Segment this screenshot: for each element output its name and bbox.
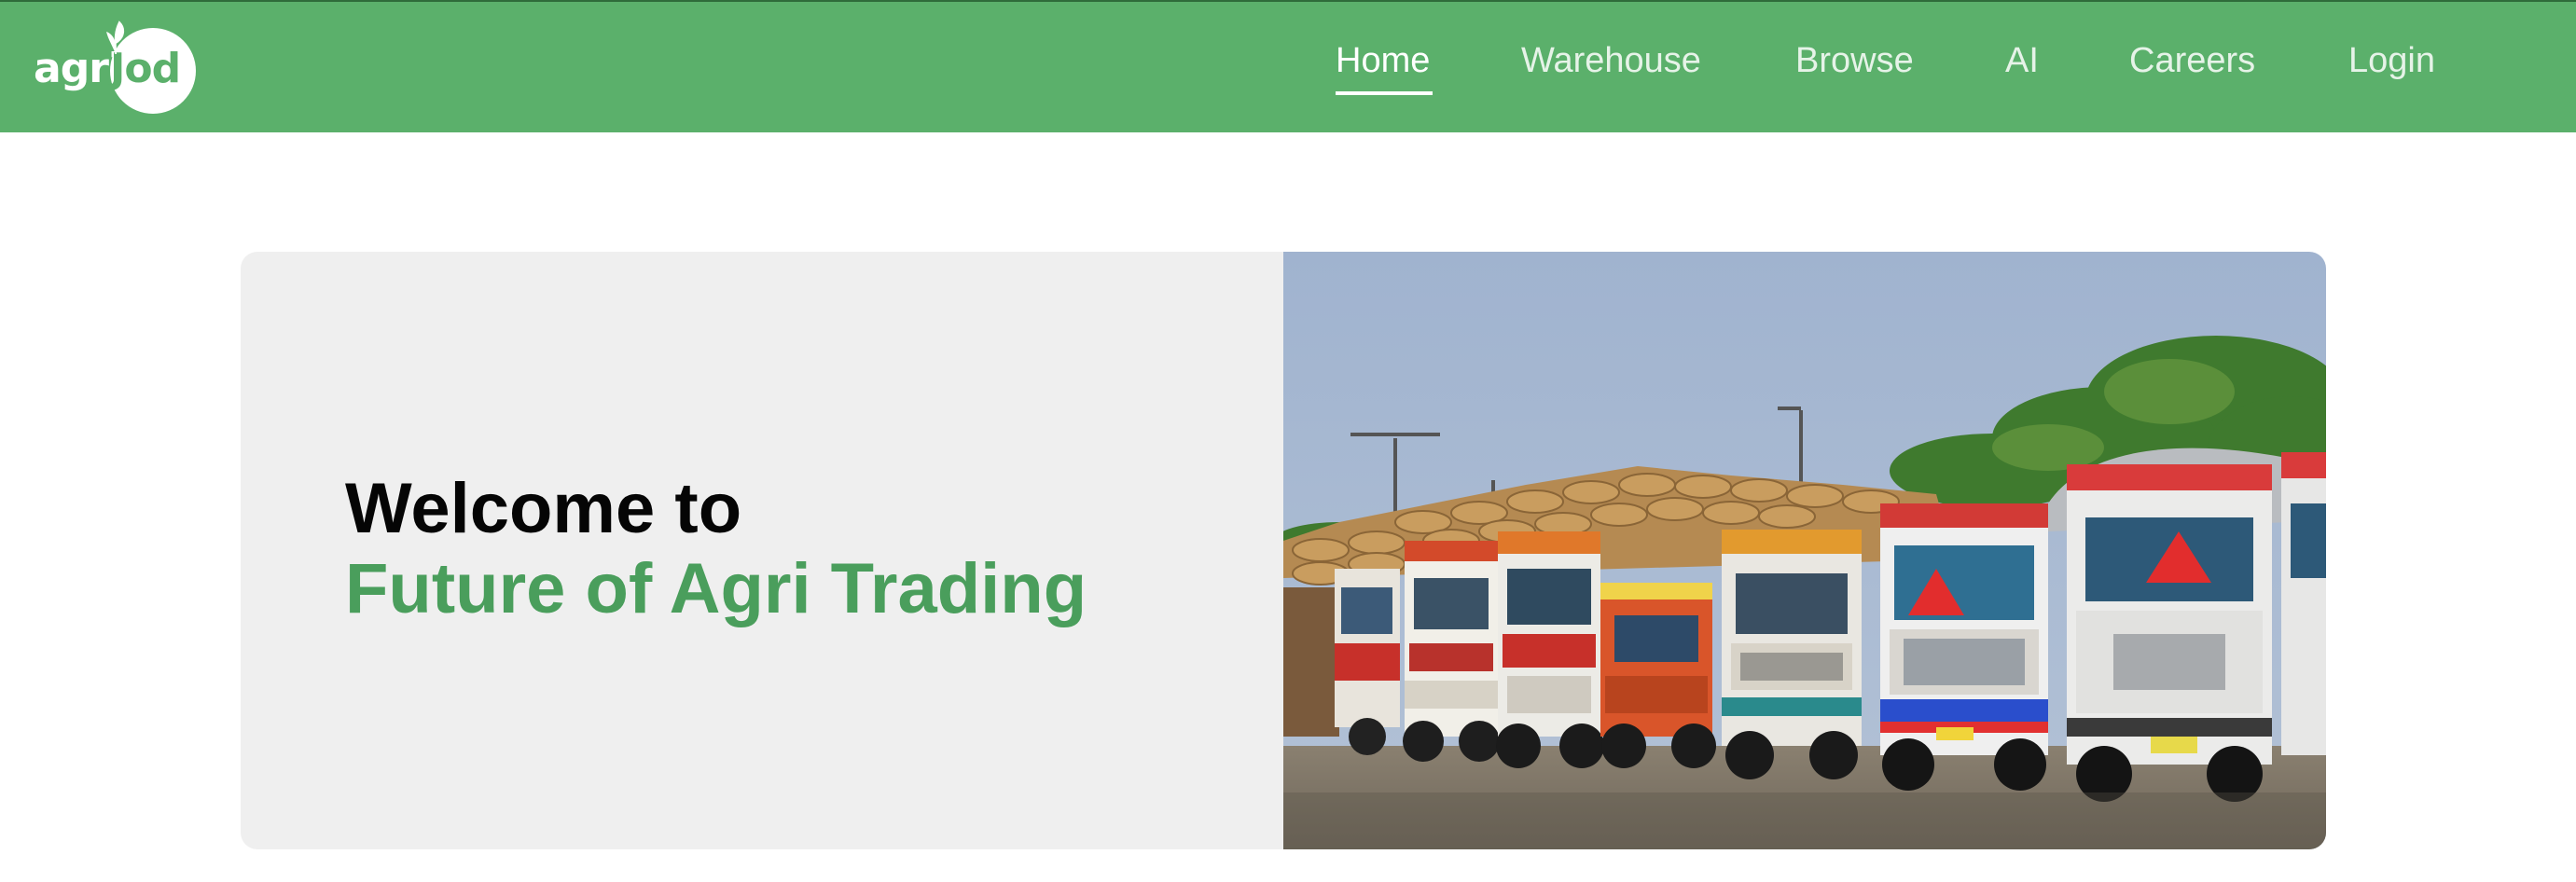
top-navbar: agri Jod Home Warehouse Browse AI Career…: [0, 0, 2576, 132]
nav-login-link[interactable]: Login: [2348, 41, 2435, 81]
hero-heading-line1: Welcome to: [345, 469, 742, 548]
leaf-icon: [106, 21, 125, 55]
nav-home-link[interactable]: Home: [1336, 41, 1430, 81]
nav-careers-link[interactable]: Careers: [2129, 41, 2255, 81]
hero-image: [1283, 252, 2326, 849]
hero-text-panel: Welcome to Future of Agri Trading: [241, 252, 1283, 849]
hero-banner: Welcome to Future of Agri Trading: [241, 252, 2326, 849]
nav-ai-link[interactable]: AI: [2005, 41, 2039, 81]
nav-warehouse-link[interactable]: Warehouse: [1521, 41, 1701, 81]
nav-active-underline: [1336, 91, 1433, 95]
agrijod-logo[interactable]: agri Jod: [34, 21, 201, 114]
nav-browse-link[interactable]: Browse: [1795, 41, 1914, 81]
trucks-illustration: [1283, 252, 2326, 849]
hero-heading-line2: Future of Agri Trading: [345, 549, 1087, 628]
